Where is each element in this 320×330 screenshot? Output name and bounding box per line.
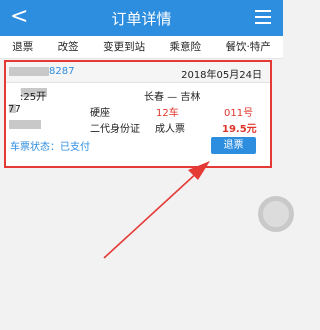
annotation-arrow	[103, 161, 210, 259]
